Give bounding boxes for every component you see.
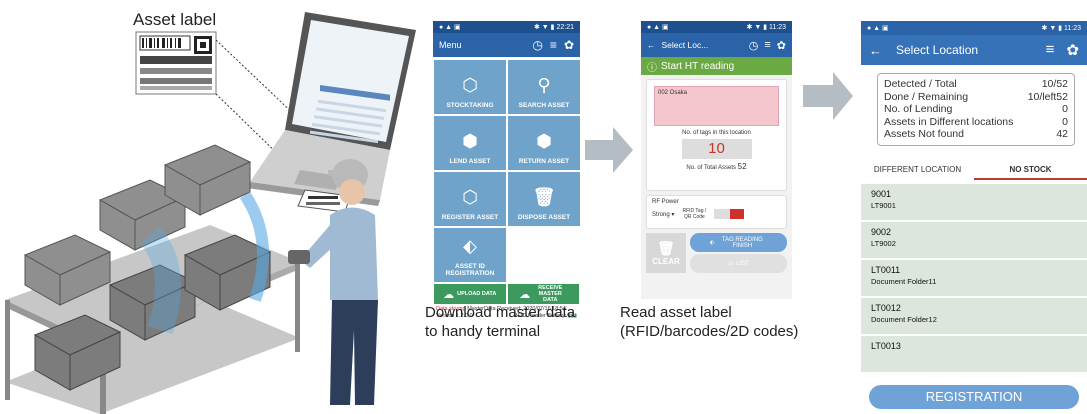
tags-count: 10: [681, 139, 752, 159]
rf-power-select[interactable]: Strong ▾: [652, 211, 674, 218]
status-time: ✱ ▼ ▮ 11:23: [1041, 25, 1081, 32]
status-icons: ● ▲ ▣: [439, 24, 461, 31]
tab-no-stock[interactable]: NO STOCK: [974, 160, 1087, 180]
tile-lend-asset[interactable]: ⬢ LEND ASSET: [434, 116, 506, 170]
status-bar: ● ▲ ▣ ✱ ▼ ▮ 11:23: [861, 21, 1087, 35]
phone-menu-screen: ● ▲ ▣ ✱ ▼ ▮ 22:21 Menu ◷ ≡ ✿ ⬡ STOCKTAKIN…: [433, 21, 580, 339]
location-title: Select Location: [896, 43, 979, 57]
return-box-icon: ⬢: [536, 131, 552, 151]
chevron-circle-icon: ⊙: [728, 261, 734, 267]
rfid-toggle-label: RFID Tag / QR Code: [682, 208, 707, 220]
tag-reading-finish-button[interactable]: ⬖ TAG READING FINISH: [690, 233, 787, 252]
location-box[interactable]: 002 Osaka: [654, 86, 779, 126]
trash-icon: 🗑: [657, 240, 675, 256]
warehouse-illustration: [5, 12, 416, 414]
reading-header: ← Select Loc... ◷ ≡ ✿: [641, 33, 792, 57]
stat-different: Assets in Different locations 0: [884, 115, 1068, 128]
tile-empty: [508, 228, 580, 282]
list-button[interactable]: ⊙ LIST: [690, 254, 787, 273]
gear-icon[interactable]: ✿: [1066, 41, 1079, 59]
upload-data-button[interactable]: ☁ UPLOAD DATA: [434, 284, 506, 304]
reading-title: Select Loc...: [661, 40, 709, 50]
cloud-download-icon: ☁: [519, 288, 531, 301]
list-item[interactable]: 9002 LT9002: [861, 221, 1087, 260]
menu-list-icon[interactable]: ≡: [764, 39, 770, 52]
reading-actions: 🗑 CLEAR ⬖ TAG READING FINISH ⊙ LIST: [641, 233, 792, 273]
location-tabs: DIFFERENT LOCATION NO STOCK: [861, 160, 1087, 180]
arrow-2: [803, 72, 853, 120]
gear-icon[interactable]: ✿: [777, 39, 786, 52]
tag-icon: ⬖: [463, 236, 477, 256]
back-arrow-icon[interactable]: ←: [869, 43, 882, 58]
status-bar: ● ▲ ▣ ✱ ▼ ▮ 22:21: [433, 21, 580, 33]
stat-not-found: Assets Not found 42: [884, 128, 1068, 140]
speed-icon[interactable]: ◷: [532, 38, 542, 52]
tags-label: No. of tags in this location: [682, 130, 751, 136]
menu-tiles: ⬡ STOCKTAKING ⚲ SEARCH ASSET ⬢ LEND ASSET ⬢…: [433, 57, 580, 282]
list-item[interactable]: 9001 LT9001: [861, 183, 1087, 222]
back-arrow-icon[interactable]: ←: [647, 40, 656, 50]
trash-icon: 🗑: [532, 187, 556, 207]
status-icons: ● ▲ ▣: [867, 25, 889, 32]
total-assets: No. of Total Assets 52: [686, 162, 747, 171]
list-item[interactable]: LT0012 Document Folder12: [861, 297, 1087, 336]
status-time: ✱ ▼ ▮ 22:21: [533, 24, 574, 31]
register-box-icon: ⬡: [462, 187, 478, 207]
info-icon: ⓘ: [647, 62, 657, 74]
phone-location-screen: ● ▲ ▣ ✱ ▼ ▮ 11:23 ← Select Location ≡ ✿ …: [861, 21, 1087, 414]
stat-done: Done / Remaining 10/left52: [884, 90, 1068, 103]
status-bar: ● ▲ ▣ ✱ ▼ ▮ 11:23: [641, 21, 792, 33]
stat-detected: Detected / Total 10/52: [884, 78, 1068, 90]
tab-different-location[interactable]: DIFFERENT LOCATION: [861, 160, 974, 180]
registration-button[interactable]: REGISTRATION: [869, 385, 1079, 409]
tile-search-asset[interactable]: ⚲ SEARCH ASSET: [508, 60, 580, 114]
menu-header: Menu ◷ ≡ ✿: [433, 33, 580, 57]
tile-register-asset[interactable]: ⬡ REGISTER ASSET: [434, 172, 506, 226]
asset-label-image: [135, 31, 217, 95]
menu-list-icon[interactable]: ≡: [550, 38, 557, 52]
gear-icon[interactable]: ✿: [564, 38, 574, 52]
stats-box: Detected / Total 10/52 Done / Remaining 10…: [877, 73, 1075, 146]
tile-asset-id-registration[interactable]: ⬖ ASSET ID REGISTRATION: [434, 228, 506, 282]
tile-return-asset[interactable]: ⬢ RETURN ASSET: [508, 116, 580, 170]
cloud-upload-icon: ☁: [443, 288, 455, 301]
rfid-toggle[interactable]: [714, 209, 745, 219]
location-header: ← Select Location ≡ ✿: [861, 35, 1087, 65]
arrow-1: [585, 127, 633, 173]
menu-list-icon[interactable]: ≡: [1046, 41, 1055, 59]
status-icons: ● ▲ ▣: [647, 24, 669, 31]
laptop-illustration: [247, 12, 416, 213]
clear-button[interactable]: 🗑 CLEAR: [646, 233, 686, 273]
list-item[interactable]: LT0011 Document Folder11: [861, 259, 1087, 298]
tile-stocktaking[interactable]: ⬡ STOCKTAKING: [434, 60, 506, 114]
rf-power-card: RF Power Strong ▾ RFID Tag / QR Code: [646, 195, 787, 229]
infographic: Asset label ● ▲ ▣ ✱ ▼ ▮ 22:21 Menu ◷ ≡ ✿…: [0, 0, 1087, 414]
phone-reading-screen: ● ▲ ▣ ✱ ▼ ▮ 11:23 ← Select Loc... ◷ ≡ ✿ …: [641, 21, 792, 299]
search-icon: ⚲: [537, 75, 551, 95]
start-reading-banner: ⓘ Start HT reading: [641, 57, 792, 75]
list-item[interactable]: LT0013: [861, 335, 1087, 374]
tag-icon: ⬖: [709, 240, 715, 246]
download-caption: Download master data to handy terminal: [425, 304, 576, 340]
menu-title: Menu: [439, 40, 462, 50]
tile-dispose-asset[interactable]: 🗑 DISPOSE ASSET: [508, 172, 580, 226]
read-caption: Read asset label (RFID/barcodes/2D codes…: [620, 304, 799, 340]
reading-card: 002 Osaka No. of tags in this location 1…: [646, 79, 787, 191]
stat-lending: No. of Lending 0: [884, 103, 1068, 115]
magnifier-box-icon: ⬡: [462, 75, 478, 95]
speed-icon[interactable]: ◷: [749, 39, 759, 52]
receive-master-data-button[interactable]: ☁ RECEIVE MASTER DATA: [507, 284, 579, 304]
asset-list: 9001 LT9001 9002 LT9002 LT0011 Document Fol…: [861, 183, 1087, 374]
lend-box-icon: ⬢: [462, 131, 478, 151]
status-time: ✱ ▼ ▮ 11:23: [746, 24, 786, 31]
